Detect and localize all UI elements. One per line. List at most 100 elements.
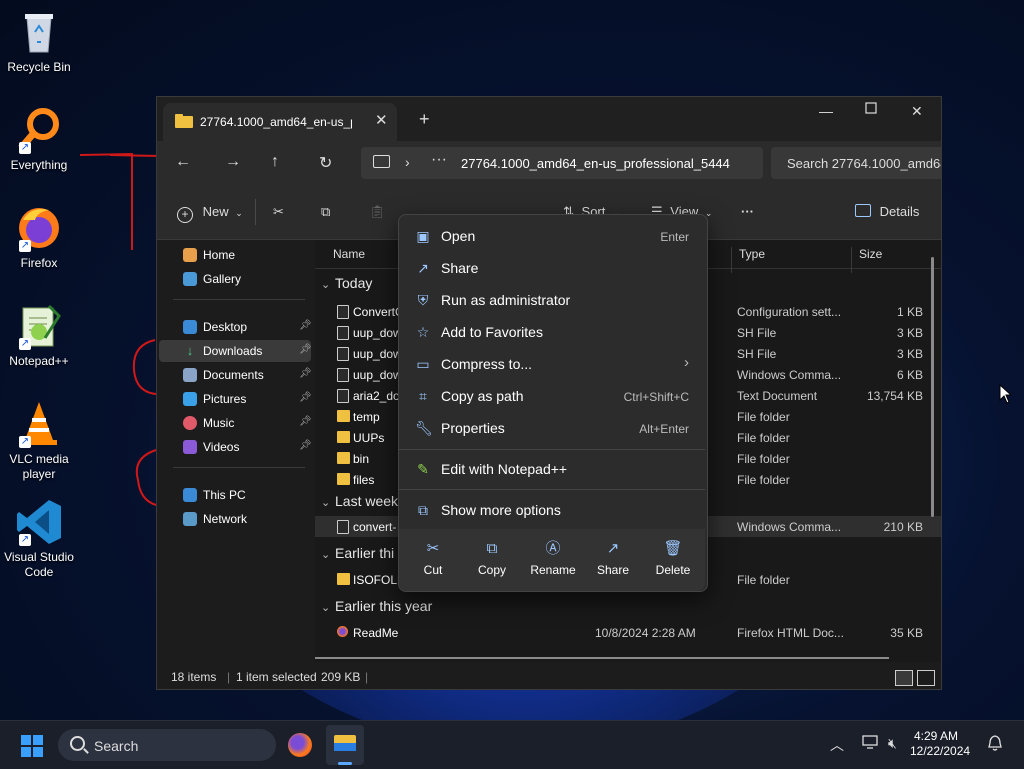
menu-item-label: Run as administrator	[441, 292, 571, 308]
menu-item-open[interactable]: ▣ Open Enter	[403, 221, 703, 251]
nav-item-label: Videos	[203, 440, 240, 454]
taskbar-search-label: Search	[94, 738, 139, 754]
notification-bell-icon[interactable]	[988, 735, 1002, 754]
more-locations-icon[interactable]: ···	[431, 151, 447, 169]
menu-item-show-more-options[interactable]: ⧉ Show more options	[403, 495, 703, 525]
column-divider[interactable]	[731, 247, 732, 273]
forward-arrow-icon[interactable]: →	[225, 153, 241, 171]
quick-copy-button[interactable]: ⧉ Copy	[462, 539, 522, 577]
nav-item-music[interactable]: Music 📌︎	[159, 412, 312, 434]
menu-item-label: Share	[441, 260, 479, 276]
new-tab-button[interactable]: +	[419, 109, 430, 130]
cut-icon[interactable]: ✂	[273, 204, 284, 220]
menu-separator	[399, 489, 705, 490]
clock-date: 12/22/2024	[910, 744, 971, 758]
close-tab-icon[interactable]: ✕	[375, 111, 388, 129]
download-arrow-icon: ↓	[186, 343, 194, 358]
nav-item-desktop[interactable]: Desktop 📌︎	[159, 316, 312, 338]
nav-item-label: Pictures	[203, 392, 247, 406]
details-view-icon[interactable]	[895, 670, 913, 686]
desktop-icon-vscode[interactable]: ↗ Visual Studio Code	[0, 498, 78, 580]
new-button[interactable]: + New ⌄	[177, 204, 243, 223]
group-header-today[interactable]: ⌄ Today	[321, 275, 372, 291]
nav-divider	[173, 299, 305, 300]
group-header-earlier-this-year[interactable]: ⌄ Earlier this year	[321, 598, 432, 614]
status-bar: 18 items | 1 item selected 209 KB |	[157, 665, 941, 689]
menu-item-copy-as-path[interactable]: ⌗ Copy as path Ctrl+Shift+C	[403, 381, 703, 411]
file-type: Windows Comma...	[737, 368, 842, 382]
file-type: File folder	[737, 410, 790, 424]
menu-item-properties[interactable]: 🔧︎ Properties Alt+Enter	[403, 413, 703, 443]
back-arrow-icon[interactable]: ←	[175, 153, 191, 171]
minimize-button[interactable]: —	[819, 103, 833, 119]
column-divider[interactable]	[851, 247, 852, 273]
pin-icon: 📌︎	[299, 344, 312, 355]
home-icon	[183, 248, 197, 262]
search-box[interactable]: Search 27764.1000_amd64_en-us_profession…	[771, 147, 941, 179]
chevron-down-icon: ⌄	[321, 497, 331, 509]
file-type: Configuration sett...	[737, 305, 842, 319]
taskbar-firefox-icon[interactable]	[288, 733, 312, 757]
maximize-button[interactable]	[865, 101, 877, 117]
menu-item-label: Copy as path	[441, 388, 524, 404]
table-row[interactable]: ReadMe 10/8/2024 2:28 AM Firefox HTML Do…	[315, 622, 941, 643]
desktop-icon-notepadpp[interactable]: ↗ Notepad++	[0, 302, 78, 369]
quick-delete-button[interactable]: 🗑︎ Delete	[643, 539, 703, 577]
file-size: 13,754 KB	[866, 389, 923, 403]
chevron-up-icon[interactable]: ︿	[830, 735, 844, 755]
file-type: Text Document	[737, 389, 818, 403]
close-window-button[interactable]: ✕	[911, 103, 923, 120]
menu-item-compress[interactable]: ▭ Compress to... ›	[403, 349, 703, 379]
quick-cut-button[interactable]: ✂ Cut	[403, 539, 463, 577]
nav-item-gallery[interactable]: Gallery	[159, 268, 311, 290]
nav-item-pictures[interactable]: Pictures 📌︎	[159, 388, 312, 410]
status-divider: |	[227, 670, 231, 684]
copy-icon[interactable]: ⧉	[321, 204, 330, 220]
open-icon: ▣	[416, 228, 430, 244]
refresh-icon[interactable]: ↻	[319, 153, 332, 173]
column-size[interactable]: Size	[859, 247, 882, 261]
paste-icon[interactable]: 📋︎	[369, 204, 386, 220]
group-header-last-week[interactable]: ⌄ Last week	[321, 493, 398, 509]
up-arrow-icon[interactable]: ↑	[271, 153, 279, 171]
menu-item-share[interactable]: ↗ Share	[403, 253, 703, 283]
quick-share-button[interactable]: ↗ Share	[583, 539, 643, 577]
tiles-view-icon[interactable]	[917, 670, 935, 686]
menu-item-run-as-admin[interactable]: ⛨ Run as administrator	[403, 285, 703, 315]
nav-item-home[interactable]: Home	[159, 244, 311, 266]
address-bar[interactable]: › ··· 27764.1000_amd64_en-us_professiona…	[361, 147, 763, 179]
volume-muted-icon[interactable]: 🔇︎	[888, 735, 897, 752]
settings-file-icon	[337, 305, 349, 319]
system-clock[interactable]: 4:29 AM 12/22/2024	[910, 729, 971, 759]
nav-item-downloads[interactable]: ↓ Downloads 📌︎	[159, 340, 312, 362]
menu-item-edit-notepadpp[interactable]: ✎ Edit with Notepad++	[403, 454, 703, 484]
start-button-windows-icon[interactable]	[21, 735, 43, 757]
nav-item-network[interactable]: Network	[159, 508, 311, 530]
file-name: ReadMe	[353, 626, 399, 640]
column-name[interactable]: Name	[333, 247, 365, 261]
taskbar-file-explorer-button[interactable]	[326, 725, 364, 765]
desktop-icon-everything[interactable]: ↗ Everything	[0, 106, 78, 173]
taskbar-search[interactable]: Search	[58, 729, 276, 761]
details-pane-button[interactable]: Details	[855, 204, 919, 219]
firefox-icon: ↗	[15, 204, 63, 252]
navigation-pane: Home Gallery Desktop 📌︎ ↓ Downloads 📌︎ D…	[157, 240, 315, 662]
desktop-icon-recycle-bin[interactable]: Recycle Bin	[0, 8, 78, 75]
documents-icon	[183, 368, 197, 382]
network-icon[interactable]	[862, 735, 878, 752]
copy-path-icon: ⌗	[419, 388, 427, 404]
nav-item-documents[interactable]: Documents 📌︎	[159, 364, 312, 386]
group-header-earlier-this-month[interactable]: ⌄ Earlier thi	[321, 545, 394, 561]
column-type[interactable]: Type	[739, 247, 765, 261]
desktop-icon-firefox[interactable]: ↗ Firefox	[0, 204, 78, 271]
menu-item-add-favorites[interactable]: ☆ Add to Favorites	[403, 317, 703, 347]
desktop-icon-vlc[interactable]: ↗ VLC media player	[0, 400, 78, 482]
more-options-icon[interactable]: ···	[741, 204, 754, 219]
vertical-scrollbar[interactable]	[931, 257, 934, 517]
archive-icon: ▭	[416, 356, 430, 372]
nav-item-this-pc[interactable]: This PC	[159, 484, 311, 506]
explorer-tab[interactable]: 27764.1000_amd64_en-us_professional_5444…	[163, 103, 397, 141]
horizontal-scrollbar[interactable]	[315, 657, 889, 659]
nav-item-videos[interactable]: Videos 📌︎	[159, 436, 312, 458]
quick-rename-button[interactable]: Ⓐ Rename	[523, 539, 583, 577]
